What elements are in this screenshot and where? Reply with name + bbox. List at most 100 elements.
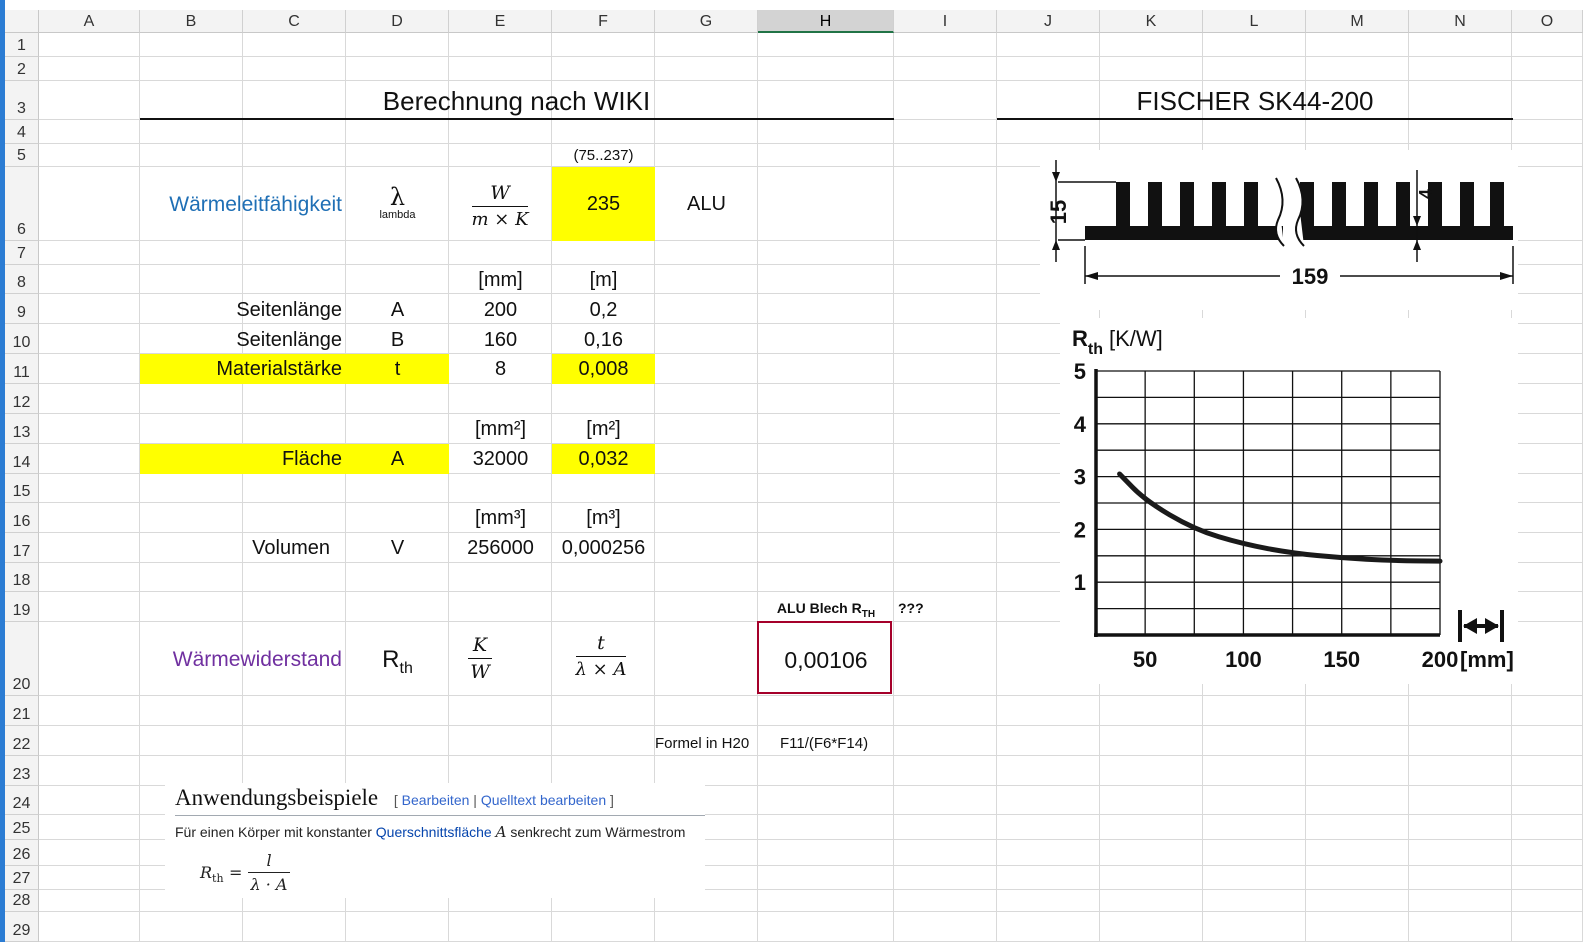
rth-xtick-label: 50	[1133, 647, 1157, 672]
material-thickness-m[interactable]: 0,008	[552, 358, 655, 381]
row-header-7[interactable]: 7	[5, 241, 39, 265]
left-title: Berechnung nach WIKI	[382, 86, 651, 116]
wiki-link-cross-section[interactable]: Querschnittsfläche	[376, 824, 492, 840]
column-header-m[interactable]: M	[1306, 10, 1409, 33]
column-header-n[interactable]: N	[1409, 10, 1512, 33]
column-header-h[interactable]: H	[758, 10, 894, 33]
edit-sep: |	[473, 792, 477, 808]
column-header-f[interactable]: F	[552, 10, 655, 33]
side-length-b-mm[interactable]: 160	[449, 329, 552, 352]
formula-num: t	[597, 632, 605, 654]
grid-line	[5, 80, 1583, 81]
column-header-g[interactable]: G	[655, 10, 758, 33]
resistance-formula: t λ × A	[560, 632, 642, 680]
volume-m3[interactable]: 0,000256	[552, 537, 655, 560]
row-header-24[interactable]: 24	[5, 786, 39, 815]
rth-ytick-label: 1	[1074, 570, 1086, 595]
row-header-25[interactable]: 25	[5, 815, 39, 840]
wiki-heading-rule	[175, 815, 705, 816]
row-header-17[interactable]: 17	[5, 533, 39, 563]
row-header-13[interactable]: 13	[5, 414, 39, 444]
rth-ytick-label: 3	[1074, 465, 1086, 490]
g6-material[interactable]: ALU	[655, 193, 758, 216]
row-header-1[interactable]: 1	[5, 33, 39, 57]
rth-ytick-label: 5	[1074, 359, 1086, 384]
edit-source-link[interactable]: Quelltext bearbeiten	[481, 792, 606, 808]
column-header-c[interactable]: C	[243, 10, 346, 33]
column-header-d[interactable]: D	[346, 10, 449, 33]
material-thickness-mm[interactable]: 8	[449, 358, 552, 381]
row-header-26[interactable]: 26	[5, 840, 39, 866]
side-length-a-m[interactable]: 0,2	[552, 299, 655, 322]
grid-line	[757, 10, 758, 942]
row-header-16[interactable]: 16	[5, 503, 39, 533]
row-header-14[interactable]: 14	[5, 444, 39, 474]
column-header-b[interactable]: B	[140, 10, 243, 33]
row-header-18[interactable]: 18	[5, 563, 39, 592]
row-header-9[interactable]: 9	[5, 294, 39, 324]
grid-line	[893, 10, 894, 942]
volume-mm3[interactable]: 256000	[449, 537, 552, 560]
column-header-o[interactable]: O	[1512, 10, 1583, 33]
rth-xtick-label: 100	[1225, 647, 1262, 672]
select-all-corner[interactable]	[5, 10, 39, 33]
left-title-underline	[140, 118, 894, 120]
row-header-15[interactable]: 15	[5, 474, 39, 503]
rth-symbol: Rth	[346, 646, 449, 678]
column-header-e[interactable]: E	[449, 10, 552, 33]
column-header-l[interactable]: L	[1203, 10, 1306, 33]
row-header-22[interactable]: 22	[5, 726, 39, 756]
rth-series-line	[1117, 471, 1443, 564]
unit-mm: [mm]	[478, 269, 523, 291]
area-m2[interactable]: 0,032	[552, 448, 655, 471]
row-header-21[interactable]: 21	[5, 696, 39, 726]
row-header-19[interactable]: 19	[5, 592, 39, 622]
grid-line	[5, 695, 1583, 696]
row-header-29[interactable]: 29	[5, 912, 39, 942]
edit-link[interactable]: Bearbeiten	[402, 792, 470, 808]
side-length-a-mm[interactable]: 200	[449, 299, 552, 322]
rth-sub: th	[399, 659, 413, 677]
side-length-a-symbol: A	[390, 299, 405, 321]
alu-sheet-text: ALU Blech R	[776, 600, 862, 616]
row-header-12[interactable]: 12	[5, 384, 39, 414]
row-header-8[interactable]: 8	[5, 265, 39, 294]
row-header-6[interactable]: 6	[5, 167, 39, 241]
alu-sheet-sub: TH	[861, 608, 876, 620]
row-header-5[interactable]: 5	[5, 144, 39, 167]
rth-r: R	[382, 646, 400, 673]
row-header-4[interactable]: 4	[5, 120, 39, 144]
wiki-heading: Anwendungsbeispiele [ Bearbeiten | Quell…	[175, 785, 614, 811]
rth-xtick-label: 150	[1323, 647, 1360, 672]
side-length-b-label: Seitenlänge	[236, 329, 342, 351]
column-header-j[interactable]: J	[997, 10, 1100, 33]
h20-result-value: 0,00106	[784, 647, 868, 673]
row-header-20[interactable]: 20	[5, 622, 39, 696]
rth-ytick-label: 4	[1074, 412, 1087, 437]
area-mm2[interactable]: 32000	[449, 448, 552, 471]
thermal-resistance-label: Wärmewiderstand	[172, 648, 342, 671]
wiki-formula-num: l	[266, 851, 272, 870]
side-length-b-m[interactable]: 0,16	[552, 329, 655, 352]
wiki-var-a: A	[495, 823, 507, 841]
wiki-formula-eq: =	[229, 863, 243, 882]
row-header-3[interactable]: 3	[5, 81, 39, 120]
rth-xunit-label: [mm]	[1460, 647, 1514, 672]
column-header-i[interactable]: I	[894, 10, 997, 33]
column-header-k[interactable]: K	[1100, 10, 1203, 33]
row-header-27[interactable]: 27	[5, 866, 39, 890]
resistance-unit: K W	[455, 634, 505, 683]
row-header-11[interactable]: 11	[5, 354, 39, 384]
row-header-28[interactable]: 28	[5, 890, 39, 912]
wiki-snippet-image: Anwendungsbeispiele [ Bearbeiten | Quell…	[165, 783, 705, 898]
lambda-caption: lambda	[379, 209, 416, 221]
row-header-10[interactable]: 10	[5, 324, 39, 354]
row-header-2[interactable]: 2	[5, 57, 39, 81]
column-header-a[interactable]: A	[39, 10, 140, 33]
grid-line	[5, 143, 1583, 144]
profile-fin-label: 4	[1416, 189, 1436, 199]
f6-conductivity-value[interactable]: 235	[552, 193, 655, 216]
row-header-23[interactable]: 23	[5, 756, 39, 786]
rth-chart-figure: Rth [K/W] 1 2 3 4 5 50 100 150 200 [mm]	[1060, 318, 1518, 684]
formula-den: λ × A	[575, 659, 627, 680]
